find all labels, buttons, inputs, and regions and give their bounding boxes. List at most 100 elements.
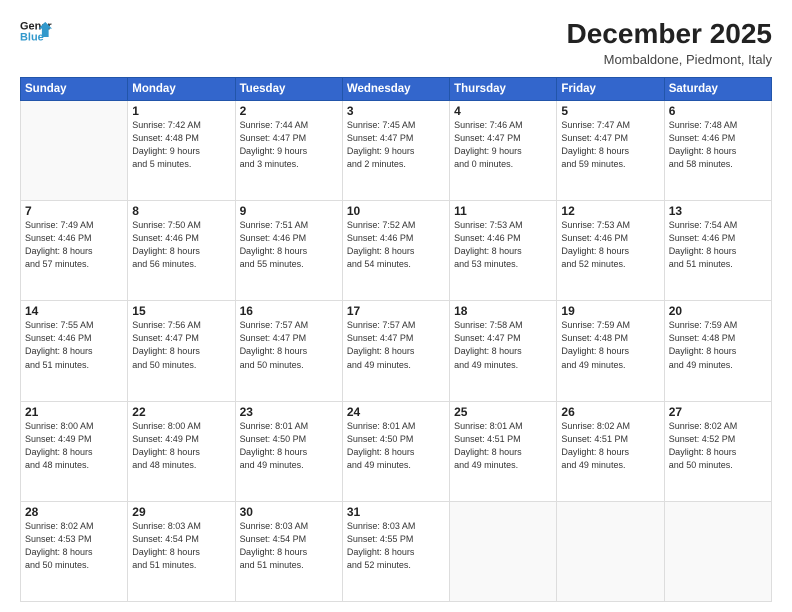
day-info: Sunrise: 7:53 AM Sunset: 4:46 PM Dayligh…	[561, 219, 659, 271]
table-row	[557, 501, 664, 601]
day-number: 22	[132, 405, 230, 419]
table-row: 22Sunrise: 8:00 AM Sunset: 4:49 PM Dayli…	[128, 401, 235, 501]
day-number: 29	[132, 505, 230, 519]
col-saturday: Saturday	[664, 78, 771, 101]
day-number: 10	[347, 204, 445, 218]
table-row: 9Sunrise: 7:51 AM Sunset: 4:46 PM Daylig…	[235, 201, 342, 301]
day-info: Sunrise: 7:57 AM Sunset: 4:47 PM Dayligh…	[240, 319, 338, 371]
day-number: 26	[561, 405, 659, 419]
calendar-week-row: 7Sunrise: 7:49 AM Sunset: 4:46 PM Daylig…	[21, 201, 772, 301]
table-row: 24Sunrise: 8:01 AM Sunset: 4:50 PM Dayli…	[342, 401, 449, 501]
day-info: Sunrise: 7:54 AM Sunset: 4:46 PM Dayligh…	[669, 219, 767, 271]
day-number: 16	[240, 304, 338, 318]
table-row: 13Sunrise: 7:54 AM Sunset: 4:46 PM Dayli…	[664, 201, 771, 301]
day-info: Sunrise: 7:58 AM Sunset: 4:47 PM Dayligh…	[454, 319, 552, 371]
subtitle: Mombaldone, Piedmont, Italy	[567, 52, 772, 67]
day-number: 2	[240, 104, 338, 118]
table-row: 19Sunrise: 7:59 AM Sunset: 4:48 PM Dayli…	[557, 301, 664, 401]
day-info: Sunrise: 8:02 AM Sunset: 4:51 PM Dayligh…	[561, 420, 659, 472]
col-tuesday: Tuesday	[235, 78, 342, 101]
day-number: 9	[240, 204, 338, 218]
col-friday: Friday	[557, 78, 664, 101]
day-number: 7	[25, 204, 123, 218]
day-number: 13	[669, 204, 767, 218]
day-info: Sunrise: 7:47 AM Sunset: 4:47 PM Dayligh…	[561, 119, 659, 171]
table-row: 30Sunrise: 8:03 AM Sunset: 4:54 PM Dayli…	[235, 501, 342, 601]
day-number: 17	[347, 304, 445, 318]
day-info: Sunrise: 8:00 AM Sunset: 4:49 PM Dayligh…	[132, 420, 230, 472]
day-number: 27	[669, 405, 767, 419]
table-row: 31Sunrise: 8:03 AM Sunset: 4:55 PM Dayli…	[342, 501, 449, 601]
day-info: Sunrise: 7:44 AM Sunset: 4:47 PM Dayligh…	[240, 119, 338, 171]
day-number: 14	[25, 304, 123, 318]
calendar-header-row: Sunday Monday Tuesday Wednesday Thursday…	[21, 78, 772, 101]
day-number: 4	[454, 104, 552, 118]
day-info: Sunrise: 8:01 AM Sunset: 4:50 PM Dayligh…	[240, 420, 338, 472]
calendar-week-row: 28Sunrise: 8:02 AM Sunset: 4:53 PM Dayli…	[21, 501, 772, 601]
day-info: Sunrise: 7:50 AM Sunset: 4:46 PM Dayligh…	[132, 219, 230, 271]
day-info: Sunrise: 8:01 AM Sunset: 4:51 PM Dayligh…	[454, 420, 552, 472]
day-number: 25	[454, 405, 552, 419]
table-row: 4Sunrise: 7:46 AM Sunset: 4:47 PM Daylig…	[450, 101, 557, 201]
table-row: 2Sunrise: 7:44 AM Sunset: 4:47 PM Daylig…	[235, 101, 342, 201]
table-row	[21, 101, 128, 201]
day-number: 19	[561, 304, 659, 318]
day-info: Sunrise: 7:45 AM Sunset: 4:47 PM Dayligh…	[347, 119, 445, 171]
day-info: Sunrise: 7:42 AM Sunset: 4:48 PM Dayligh…	[132, 119, 230, 171]
table-row: 17Sunrise: 7:57 AM Sunset: 4:47 PM Dayli…	[342, 301, 449, 401]
table-row: 18Sunrise: 7:58 AM Sunset: 4:47 PM Dayli…	[450, 301, 557, 401]
day-info: Sunrise: 7:57 AM Sunset: 4:47 PM Dayligh…	[347, 319, 445, 371]
table-row: 1Sunrise: 7:42 AM Sunset: 4:48 PM Daylig…	[128, 101, 235, 201]
day-number: 30	[240, 505, 338, 519]
calendar-table: Sunday Monday Tuesday Wednesday Thursday…	[20, 77, 772, 602]
day-number: 23	[240, 405, 338, 419]
table-row: 16Sunrise: 7:57 AM Sunset: 4:47 PM Dayli…	[235, 301, 342, 401]
day-number: 24	[347, 405, 445, 419]
table-row: 21Sunrise: 8:00 AM Sunset: 4:49 PM Dayli…	[21, 401, 128, 501]
main-title: December 2025	[567, 18, 772, 50]
day-info: Sunrise: 7:51 AM Sunset: 4:46 PM Dayligh…	[240, 219, 338, 271]
day-number: 28	[25, 505, 123, 519]
day-number: 3	[347, 104, 445, 118]
col-wednesday: Wednesday	[342, 78, 449, 101]
day-info: Sunrise: 8:02 AM Sunset: 4:52 PM Dayligh…	[669, 420, 767, 472]
day-number: 5	[561, 104, 659, 118]
table-row: 10Sunrise: 7:52 AM Sunset: 4:46 PM Dayli…	[342, 201, 449, 301]
day-info: Sunrise: 8:03 AM Sunset: 4:54 PM Dayligh…	[132, 520, 230, 572]
day-number: 21	[25, 405, 123, 419]
table-row	[450, 501, 557, 601]
day-info: Sunrise: 7:53 AM Sunset: 4:46 PM Dayligh…	[454, 219, 552, 271]
day-info: Sunrise: 7:49 AM Sunset: 4:46 PM Dayligh…	[25, 219, 123, 271]
logo: General Blue	[20, 18, 52, 46]
logo-icon: General Blue	[20, 18, 52, 46]
day-info: Sunrise: 8:00 AM Sunset: 4:49 PM Dayligh…	[25, 420, 123, 472]
title-area: December 2025 Mombaldone, Piedmont, Ital…	[567, 18, 772, 67]
day-info: Sunrise: 7:59 AM Sunset: 4:48 PM Dayligh…	[669, 319, 767, 371]
table-row: 15Sunrise: 7:56 AM Sunset: 4:47 PM Dayli…	[128, 301, 235, 401]
header: General Blue December 2025 Mombaldone, P…	[20, 18, 772, 67]
table-row	[664, 501, 771, 601]
day-number: 11	[454, 204, 552, 218]
day-info: Sunrise: 7:52 AM Sunset: 4:46 PM Dayligh…	[347, 219, 445, 271]
day-info: Sunrise: 8:01 AM Sunset: 4:50 PM Dayligh…	[347, 420, 445, 472]
svg-text:Blue: Blue	[20, 31, 44, 43]
table-row: 25Sunrise: 8:01 AM Sunset: 4:51 PM Dayli…	[450, 401, 557, 501]
day-number: 20	[669, 304, 767, 318]
day-number: 18	[454, 304, 552, 318]
day-number: 8	[132, 204, 230, 218]
table-row: 14Sunrise: 7:55 AM Sunset: 4:46 PM Dayli…	[21, 301, 128, 401]
day-number: 6	[669, 104, 767, 118]
table-row: 7Sunrise: 7:49 AM Sunset: 4:46 PM Daylig…	[21, 201, 128, 301]
col-monday: Monday	[128, 78, 235, 101]
table-row: 11Sunrise: 7:53 AM Sunset: 4:46 PM Dayli…	[450, 201, 557, 301]
col-sunday: Sunday	[21, 78, 128, 101]
col-thursday: Thursday	[450, 78, 557, 101]
day-info: Sunrise: 7:59 AM Sunset: 4:48 PM Dayligh…	[561, 319, 659, 371]
table-row: 27Sunrise: 8:02 AM Sunset: 4:52 PM Dayli…	[664, 401, 771, 501]
day-number: 15	[132, 304, 230, 318]
day-number: 31	[347, 505, 445, 519]
day-info: Sunrise: 7:55 AM Sunset: 4:46 PM Dayligh…	[25, 319, 123, 371]
table-row: 8Sunrise: 7:50 AM Sunset: 4:46 PM Daylig…	[128, 201, 235, 301]
table-row: 5Sunrise: 7:47 AM Sunset: 4:47 PM Daylig…	[557, 101, 664, 201]
calendar-week-row: 21Sunrise: 8:00 AM Sunset: 4:49 PM Dayli…	[21, 401, 772, 501]
